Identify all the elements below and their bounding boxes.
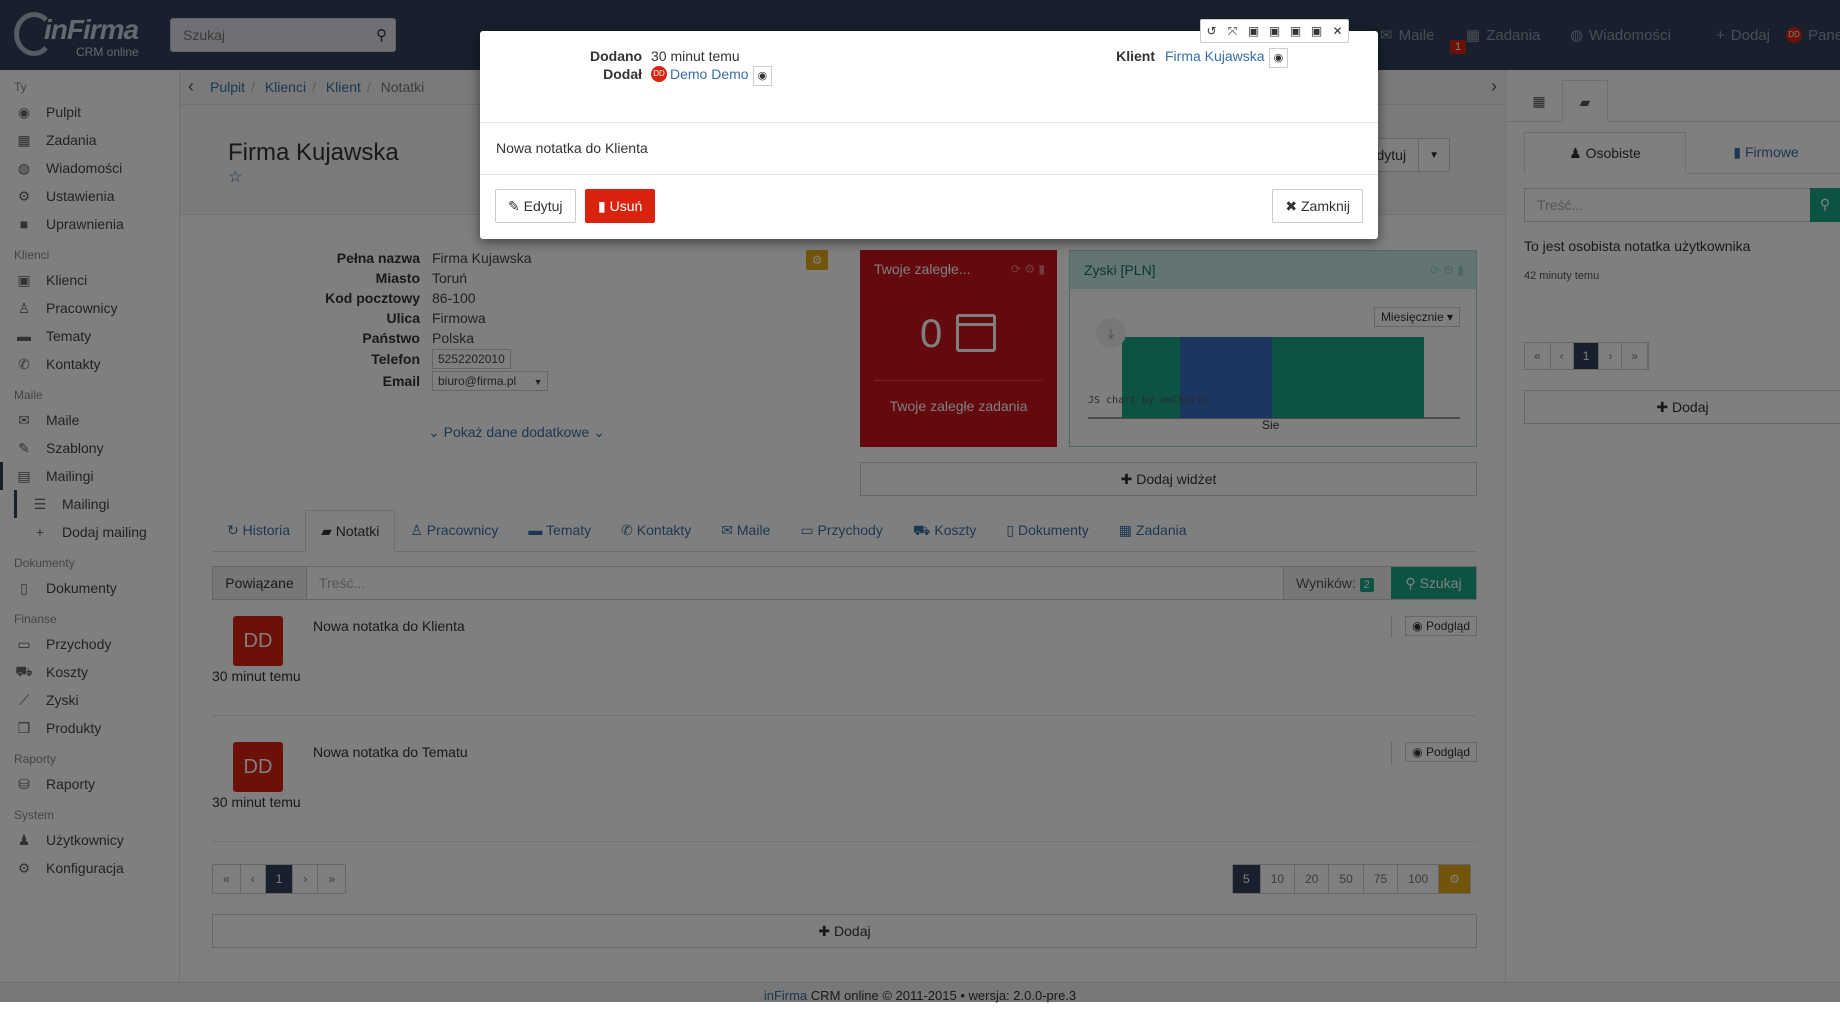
note-content: Nowa notatka do Klienta xyxy=(496,140,648,156)
eye-icon[interactable]: ◉ xyxy=(1268,48,1289,68)
edit-note-label: Edytuj xyxy=(523,198,563,214)
added-label: Dodano xyxy=(590,48,643,64)
author-link[interactable]: Demo Demo xyxy=(670,66,749,86)
added-row: Dodano 30 minut temu xyxy=(590,48,740,64)
delete-note-button[interactable]: ▮ Usuń xyxy=(585,189,656,223)
modal-header: Dodano 30 minut temu Dodał DD Demo Demo … xyxy=(480,31,1378,123)
added-value: 30 minut temu xyxy=(651,48,740,64)
close-modal-label: Zamknij xyxy=(1300,198,1350,214)
modal-footer: ✎ Edytuj ▮ Usuń ✖ Zamknij xyxy=(480,174,1378,239)
added-by-row: Dodał DD Demo Demo ◉ xyxy=(590,66,773,86)
edit-note-button[interactable]: ✎ Edytuj xyxy=(495,189,576,223)
added-by-label: Dodał xyxy=(603,66,642,82)
delete-note-label: Usuń xyxy=(609,198,643,214)
eye-icon[interactable]: ◉ xyxy=(752,66,773,86)
author-avatar: DD xyxy=(651,66,667,82)
note-modal: ↺ ⤧ ▣ ▣ ▣ ▣ ✕ Dodano 30 minut temu Dodał… xyxy=(480,19,1378,239)
client-label: Klient xyxy=(1116,48,1155,64)
client-row: Klient Firma Kujawska ◉ xyxy=(1055,48,1289,68)
client-link[interactable]: Firma Kujawska xyxy=(1165,48,1265,68)
close-modal-button[interactable]: ✖ Zamknij xyxy=(1272,189,1363,223)
